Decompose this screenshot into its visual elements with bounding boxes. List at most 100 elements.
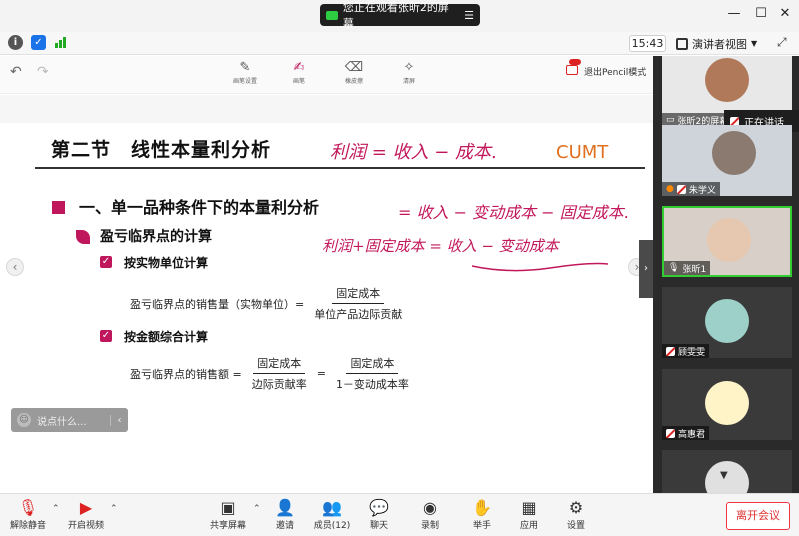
raise-hand-icon: ✋ xyxy=(472,498,492,517)
clear-screen-label: 清屏 xyxy=(402,78,415,85)
members-label: 成员(12) xyxy=(313,521,351,531)
mic-off-icon xyxy=(666,346,675,356)
pen-icon: ✍ xyxy=(293,60,305,75)
clear-screen-tool[interactable]: ✧ 清屏 xyxy=(389,60,429,85)
meeting-window: 您正在观看张昕2的屏幕 ☰ — ☐ ✕ i ✓ 15:43 演讲者视图 ▼ ⤢ … xyxy=(0,0,799,536)
apps-button[interactable]: ▦ 应用 xyxy=(514,498,544,531)
grid-icon xyxy=(676,37,688,50)
avatar xyxy=(705,299,749,343)
chevron-up-icon[interactable]: ⌃ xyxy=(253,504,261,514)
invite-icon: 👤 xyxy=(275,498,295,517)
view-mode-label: 演讲者视图 xyxy=(692,37,747,51)
cumt-watermark: CUMT xyxy=(556,142,609,163)
participant-label: 高惠君 xyxy=(662,426,710,440)
share-banner[interactable]: 您正在观看张昕2的屏幕 ☰ xyxy=(320,1,480,30)
meeting-clock: 15:43 xyxy=(629,35,666,52)
numerator: 固定成本 xyxy=(332,285,385,304)
chevron-up-icon[interactable]: ⌃ xyxy=(110,504,118,514)
chevron-up-icon[interactable]: ⌃ xyxy=(52,504,60,514)
participant-tile[interactable]: ● 朱学义 xyxy=(662,125,792,196)
formula-physical-units: 盈亏临界点的销售量（实物单位）= 固定成本 单位产品边际贡献 xyxy=(130,285,406,322)
security-shield-icon[interactable]: ✓ xyxy=(31,35,46,50)
participant-label: ● 朱学义 xyxy=(662,182,720,196)
unmute-label: 解除静音 xyxy=(9,521,46,531)
undo-icon[interactable]: ↶ xyxy=(10,64,22,80)
handwriting-line-1: 利润 = 收入 − 成本. xyxy=(330,142,497,163)
avatar xyxy=(707,218,751,262)
handwriting-line-2: = 收入 − 变动成本 − 固定成本. xyxy=(398,203,629,222)
formula-left: 盈亏临界点的销售量（实物单位）= xyxy=(130,297,305,311)
fullscreen-icon[interactable]: ⤢ xyxy=(777,35,787,50)
participant-label: 顾雯雯 xyxy=(662,344,710,358)
formula-amount: 盈亏临界点的销售额 = 固定成本 边际贡献率 = 固定成本 1－变动成本率 xyxy=(130,355,413,392)
apps-icon: ▦ xyxy=(521,498,537,517)
record-label: 录制 xyxy=(420,521,439,531)
settings-icon: ⚙ xyxy=(568,498,584,517)
members-button[interactable]: 👥 成员(12) xyxy=(312,498,352,531)
shared-slide: 第二节 线性本量利分析 利润 = 收入 − 成本. CUMT 一、单一品种条件下… xyxy=(0,95,653,493)
formula-left: 盈亏临界点的销售额 = xyxy=(130,367,242,381)
view-mode-selector[interactable]: 演讲者视图 ▼ xyxy=(676,35,757,52)
chat-input[interactable]: ☺ 说点什么... ‹ xyxy=(11,408,128,432)
pen-settings-icon: ✎ xyxy=(239,60,251,75)
invite-button[interactable]: 👤 邀请 xyxy=(270,498,300,531)
raise-hand-label: 举手 xyxy=(472,521,491,531)
close-button[interactable]: ✕ xyxy=(775,6,795,21)
share-banner-text: 您正在观看张昕2的屏幕 xyxy=(342,1,449,30)
prev-slide-button[interactable]: ‹ xyxy=(6,258,24,276)
section-bullet-icon xyxy=(52,201,65,214)
fraction: 固定成本 边际贡献率 xyxy=(248,355,311,392)
signal-icon[interactable] xyxy=(55,37,66,48)
chat-button[interactable]: 💬 聊天 xyxy=(364,498,394,531)
avatar xyxy=(712,131,756,175)
apps-label: 应用 xyxy=(519,521,538,531)
handwriting-underline xyxy=(471,262,609,272)
subsection-heading: 盈亏临界点的计算 xyxy=(100,229,212,245)
info-icon[interactable]: i xyxy=(8,35,23,50)
participant-tile[interactable]: ▼ xyxy=(662,450,792,493)
unmute-button[interactable]: 🎙 解除静音 xyxy=(8,498,48,531)
mic-icon: 🎙 xyxy=(668,263,680,273)
eraser-icon: ⌫ xyxy=(344,60,364,75)
eraser-tool[interactable]: ⌫ 橡皮擦 xyxy=(334,60,374,85)
emoji-icon[interactable]: ☺ xyxy=(17,413,31,427)
record-button[interactable]: ◉ 录制 xyxy=(415,498,445,531)
maximize-button[interactable]: ☐ xyxy=(751,6,771,21)
participant-tile-active[interactable]: 🎙 张昕1 xyxy=(662,206,792,277)
pen-settings-label: 画笔设置 xyxy=(232,78,257,85)
fraction: 固定成本 1－变动成本率 xyxy=(332,355,413,392)
pencil-toolbar: ↶ ↷ ✎ 画笔设置 ✍ 画笔 ⌫ 橡皮擦 ✧ 清屏 退出Pencil模式 xyxy=(0,56,653,94)
mic-muted-icon: 🎙 xyxy=(17,498,39,517)
participant-label: 🎙 张昕1 xyxy=(664,261,711,275)
chevron-down-icon[interactable]: ▼ xyxy=(720,470,728,481)
minimize-button[interactable]: — xyxy=(724,6,744,21)
leaf-bullet-icon xyxy=(76,230,90,244)
settings-label: 设置 xyxy=(566,521,585,531)
bottom-control-bar: 🎙 解除静音 ⌃ ▶ 开启视频 ⌃ ▣ 共享屏幕 ⌃ 👤 邀请 👥 成员(12)… xyxy=(0,493,799,536)
pen-tool[interactable]: ✍ 画笔 xyxy=(279,60,319,85)
share-screen-icon: ▣ xyxy=(220,498,236,517)
share-screen-button[interactable]: ▣ 共享屏幕 xyxy=(206,498,250,531)
fraction: 固定成本 单位产品边际贡献 xyxy=(310,285,406,322)
collapse-panel-button[interactable]: › xyxy=(639,240,653,298)
participant-name: 朱学义 xyxy=(688,185,716,196)
record-indicator-icon xyxy=(566,59,581,78)
mic-off-icon xyxy=(666,428,675,438)
settings-button[interactable]: ⚙ 设置 xyxy=(561,498,591,531)
chevron-left-icon[interactable]: ‹ xyxy=(110,414,128,426)
exit-pencil-button[interactable]: 退出Pencil模式 xyxy=(566,59,647,78)
members-icon: 👥 xyxy=(322,498,342,517)
pen-settings-tool[interactable]: ✎ 画笔设置 xyxy=(225,60,265,85)
start-video-button[interactable]: ▶ 开启视频 xyxy=(64,498,108,531)
avatar xyxy=(705,381,749,425)
participant-tile[interactable]: 顾雯雯 xyxy=(662,287,792,358)
menu-icon[interactable]: ☰ xyxy=(464,9,474,22)
redo-icon[interactable]: ↷ xyxy=(37,64,49,80)
checkbox-icon: ✓ xyxy=(100,330,112,342)
raise-hand-button[interactable]: ✋ 举手 xyxy=(467,498,497,531)
mic-off-icon xyxy=(676,184,686,194)
participant-tile[interactable]: 高惠君 xyxy=(662,369,792,440)
exit-pencil-label: 退出Pencil模式 xyxy=(584,68,647,78)
screen-share-icon: ▭ xyxy=(666,115,675,125)
leave-meeting-button[interactable]: 离开会议 xyxy=(726,502,790,530)
